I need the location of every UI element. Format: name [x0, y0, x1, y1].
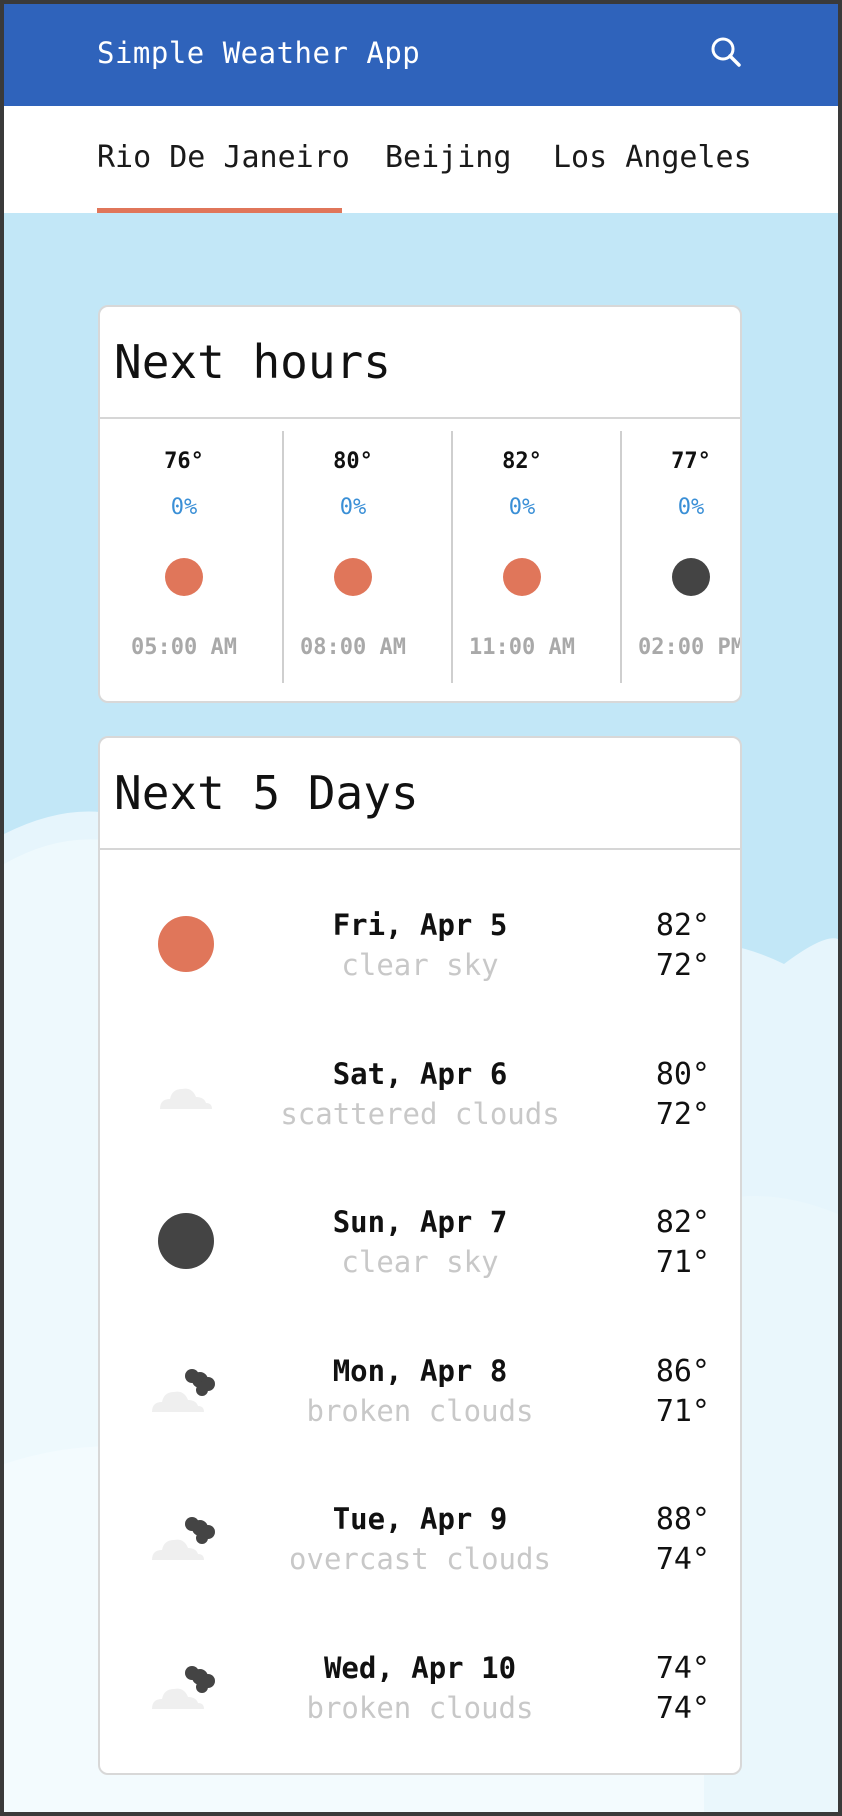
hour-item: 77° 0% 02:00 PM [607, 417, 742, 669]
active-tab-indicator [97, 208, 342, 213]
hour-item: 82° 0% 11:00 AM [438, 417, 606, 669]
day-low-temp: 74° [655, 1691, 710, 1726]
hour-precipitation: 0% [508, 495, 536, 520]
search-icon [711, 37, 741, 67]
sun-icon [334, 558, 372, 596]
city-tabs: Rio De Janeiro Beijing Los Angeles [4, 106, 838, 213]
day-date: Sat, Apr 6 [332, 1057, 508, 1091]
sun-icon [503, 558, 541, 596]
day-low-temp: 72° [655, 948, 710, 983]
broken-clouds-icon [152, 1666, 215, 1709]
day-low-temp: 72° [655, 1097, 710, 1132]
app-title: Simple Weather App [97, 36, 421, 70]
day-date: Sun, Apr 7 [332, 1205, 508, 1239]
day-description: broken clouds [306, 1394, 534, 1428]
hourly-card-title: Next hours [114, 335, 391, 389]
day-row: Fri, Apr 5 clear sky 82° 72° [100, 904, 740, 1004]
day-description: clear sky [341, 1245, 499, 1279]
day-high-temp: 86° [655, 1354, 710, 1389]
sun-icon [158, 916, 214, 972]
day-description: scattered clouds [280, 1097, 560, 1131]
app-frame: Simple Weather App Rio De Janeiro Beijin… [0, 0, 842, 1816]
hourly-forecast-card: Next hours 76° 0% 05:00 AM 80° 0% 08:00 … [98, 305, 742, 703]
day-low-temp: 71° [655, 1245, 710, 1280]
day-low-temp: 74° [655, 1542, 710, 1577]
cloud-icon [160, 1088, 212, 1109]
hour-time: 08:00 AM [300, 635, 406, 660]
day-description: clear sky [341, 948, 499, 982]
hour-item: 76° 0% 05:00 AM [100, 417, 268, 669]
day-high-temp: 82° [655, 908, 710, 943]
daily-card-title: Next 5 Days [114, 766, 419, 820]
broken-clouds-icon [152, 1369, 215, 1412]
day-high-temp: 74° [655, 1651, 710, 1686]
day-date: Wed, Apr 10 [323, 1651, 517, 1685]
day-row: Tue, Apr 9 overcast clouds 88° 74° [100, 1498, 740, 1598]
day-low-temp: 71° [655, 1394, 710, 1429]
hour-time: 11:00 AM [469, 635, 575, 660]
hour-item: 80° 0% 08:00 AM [269, 417, 437, 669]
moon-icon [672, 558, 710, 596]
search-button[interactable] [708, 34, 744, 70]
broken-clouds-icon [152, 1517, 215, 1560]
hour-time: 05:00 AM [131, 635, 237, 660]
tab-rio-de-janeiro[interactable]: Rio De Janeiro [97, 140, 350, 175]
tab-beijing[interactable]: Beijing [385, 140, 511, 175]
app-header: Simple Weather App [4, 4, 838, 106]
day-high-temp: 82° [655, 1205, 710, 1240]
hour-time: 02:00 PM [638, 635, 742, 660]
hour-temperature: 82° [502, 449, 542, 474]
moon-icon [158, 1213, 214, 1269]
day-row: Sun, Apr 7 clear sky 82° 71° [100, 1201, 740, 1301]
hour-temperature: 76° [164, 449, 204, 474]
hour-precipitation: 0% [677, 495, 705, 520]
hour-precipitation: 0% [339, 495, 367, 520]
daily-forecast-card: Next 5 Days Fri, Apr 5 clear sky 82° 72°… [98, 736, 742, 1775]
day-description: overcast clouds [289, 1542, 551, 1576]
day-row: Wed, Apr 10 broken clouds 74° 74° [100, 1647, 740, 1747]
hour-temperature: 80° [333, 449, 373, 474]
card-divider [100, 848, 740, 850]
day-date: Mon, Apr 8 [332, 1354, 508, 1388]
hour-precipitation: 0% [170, 495, 198, 520]
day-date: Tue, Apr 9 [332, 1502, 508, 1536]
day-description: broken clouds [306, 1691, 534, 1725]
day-date: Fri, Apr 5 [332, 908, 508, 942]
day-row: Sat, Apr 6 scattered clouds 80° 72° [100, 1053, 740, 1153]
sun-icon [165, 558, 203, 596]
hour-temperature: 77° [671, 449, 711, 474]
tab-los-angeles[interactable]: Los Angeles [553, 140, 752, 175]
day-row: Mon, Apr 8 broken clouds 86° 71° [100, 1350, 740, 1450]
day-high-temp: 88° [655, 1502, 710, 1537]
day-high-temp: 80° [655, 1057, 710, 1092]
